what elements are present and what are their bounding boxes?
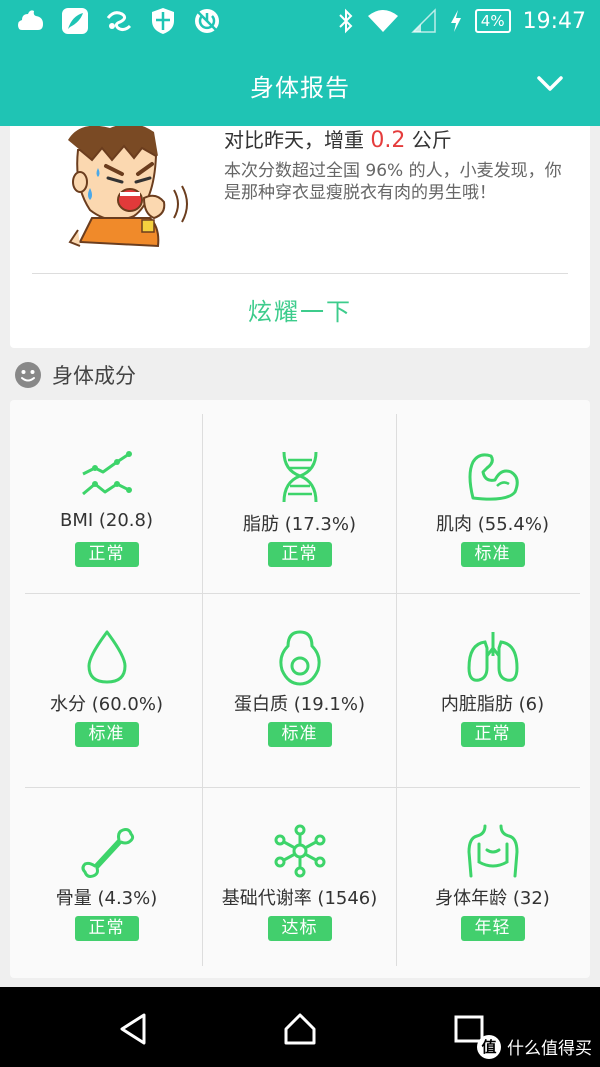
composition-label: 骨量 (4.3%) xyxy=(55,888,158,909)
signal-icon xyxy=(410,8,436,33)
composition-item-visceral-fat[interactable]: 内脏脂肪 (6) 正常 xyxy=(396,594,589,787)
swirl-app-icon xyxy=(106,11,132,32)
compare-prefix: 对比昨天，增重 xyxy=(224,128,364,152)
watermark: 值 什么值得买 xyxy=(477,1034,592,1059)
angry-boy-avatar xyxy=(68,126,188,248)
section-title: 身体成分 xyxy=(52,364,136,388)
muscle-arm-icon xyxy=(468,453,519,501)
composition-label: 肌肉 (55.4%) xyxy=(436,514,549,535)
composition-label: 蛋白质 (19.1%) xyxy=(234,694,365,715)
battery-indicator: 4% xyxy=(474,9,511,33)
share-button[interactable]: 炫耀一下 xyxy=(10,292,590,332)
body-torso-icon xyxy=(466,824,519,878)
composition-grid: BMI (20.8) 正常 脂肪 (17.3%) 正常 肌肉 (55.4%) 标… xyxy=(10,400,590,978)
status-badge: 正常 xyxy=(267,542,332,567)
weight-compare: 对比昨天，增重 0.2 公斤 xyxy=(224,126,452,155)
composition-label: 内脏脂肪 (6) xyxy=(440,694,545,715)
navigation-bar: 值 什么值得买 xyxy=(0,987,600,1067)
app-header: 身体报告 xyxy=(0,42,600,126)
weight-change-value: 0.2 xyxy=(370,128,406,153)
charging-icon xyxy=(450,10,461,32)
composition-label: 基础代谢率 (1546) xyxy=(221,888,378,909)
lungs-icon xyxy=(466,632,519,682)
avocado-icon xyxy=(278,630,321,686)
shield-app-icon xyxy=(152,8,174,34)
chevron-down-icon xyxy=(537,76,563,91)
summary-card: 对比昨天，增重 0.2 公斤 本次分数超过全国 96% 的人，小麦发现，你是那种… xyxy=(10,126,590,348)
trend-lines-icon xyxy=(81,451,132,496)
status-badge: 年轻 xyxy=(460,916,525,941)
wifi-icon xyxy=(367,10,398,32)
system-status: 4% 19:47 xyxy=(337,6,586,36)
smile-face-icon xyxy=(15,362,41,388)
composition-label: BMI (20.8) xyxy=(59,510,154,531)
section-header: 身体成分 xyxy=(14,358,136,392)
battery-percent: 4% xyxy=(474,9,511,33)
score-description: 本次分数超过全国 96% 的人，小麦发现，你是那种穿衣显瘦脱衣有肉的男生哦！ xyxy=(224,161,562,203)
composition-label: 身体年龄 (32) xyxy=(435,888,550,909)
composition-item-body-age[interactable]: 身体年龄 (32) 年轻 xyxy=(396,788,589,981)
status-badge: 标准 xyxy=(460,542,525,567)
watermark-logo: 值 xyxy=(477,1034,501,1059)
watermark-text: 什么值得买 xyxy=(507,1039,592,1059)
compare-unit: 公斤 xyxy=(411,128,452,152)
status-badge: 标准 xyxy=(74,722,139,747)
clock: 19:47 xyxy=(522,8,586,34)
page-title: 身体报告 xyxy=(250,74,350,102)
bone-icon xyxy=(81,828,134,878)
notification-icons xyxy=(16,6,222,36)
composition-label: 脂肪 (17.3%) xyxy=(243,514,356,535)
status-badge: 正常 xyxy=(74,916,139,941)
power-app-icon xyxy=(195,9,219,33)
back-icon[interactable] xyxy=(116,1011,152,1047)
composition-label: 水分 (60.0%) xyxy=(50,694,163,715)
composition-item-fat[interactable]: 脂肪 (17.3%) 正常 xyxy=(203,414,396,607)
collapse-button[interactable] xyxy=(530,68,570,100)
dna-icon xyxy=(282,451,317,503)
composition-item-muscle[interactable]: 肌肉 (55.4%) 标准 xyxy=(396,414,589,607)
composition-item-water[interactable]: 水分 (60.0%) 标准 xyxy=(10,594,203,787)
composition-item-bmr[interactable]: 基础代谢率 (1546) 达标 xyxy=(203,788,396,981)
water-drop-icon xyxy=(87,630,126,684)
status-badge: 正常 xyxy=(74,542,139,567)
home-icon[interactable] xyxy=(282,1011,318,1047)
molecule-icon xyxy=(274,824,325,878)
status-badge: 达标 xyxy=(267,916,332,941)
feather-app-icon xyxy=(62,8,88,34)
bluetooth-icon xyxy=(339,8,353,34)
status-badge: 正常 xyxy=(460,722,525,747)
cloud-app-icon xyxy=(18,10,43,30)
composition-item-bone[interactable]: 骨量 (4.3%) 正常 xyxy=(10,788,203,981)
status-bar: 4% 19:47 xyxy=(0,0,600,42)
status-badge: 标准 xyxy=(267,722,332,747)
divider xyxy=(32,273,568,274)
composition-item-bmi[interactable]: BMI (20.8) 正常 xyxy=(10,414,203,607)
composition-item-protein[interactable]: 蛋白质 (19.1%) 标准 xyxy=(203,594,396,787)
